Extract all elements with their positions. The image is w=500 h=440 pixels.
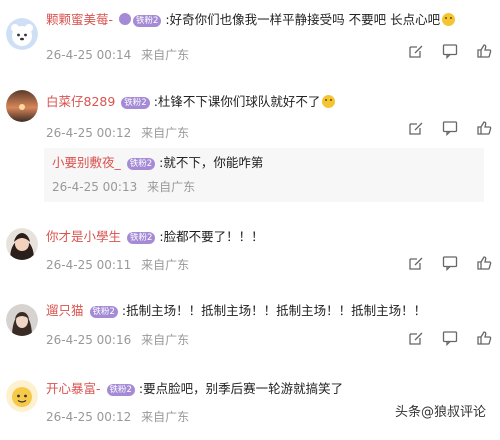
comment-date: 26-4-25 00:16: [46, 333, 132, 347]
comment-meta: 26-4-25 00:12 来自广东: [46, 408, 189, 425]
verified-icon: [119, 13, 131, 25]
comment-icon[interactable]: [442, 43, 458, 59]
comment-head: 你才是小學生 铁粉2 :脸都不要了！！！: [46, 228, 264, 246]
comment-date: 26-4-25 00:11: [46, 258, 132, 272]
cartoon-avatar-icon: [6, 380, 38, 412]
comment-icon[interactable]: [442, 255, 458, 271]
comment-text: :好奇你们也像我一样平静接受吗 不要吧 长点心吧: [165, 12, 441, 27]
comment-location: 来自广东: [141, 333, 190, 347]
comment-text: :脸都不要了！！！: [159, 229, 264, 244]
username[interactable]: 你才是小學生: [46, 229, 121, 244]
like-icon[interactable]: [476, 255, 492, 271]
edit-icon[interactable]: [408, 43, 424, 59]
fan-badge: 铁粉2: [121, 97, 150, 109]
comment-date: 26-4-25 00:14: [46, 48, 132, 62]
like-icon[interactable]: [476, 330, 492, 346]
comment-head: 开心暴富- 铁粉2 :要点脸吧，别季后赛一轮游就搞笑了: [46, 380, 343, 398]
fan-badge: 铁粉2: [89, 306, 118, 318]
username[interactable]: 开心暴富-: [46, 381, 101, 396]
comment-meta: 26-4-25 00:11 来自广东: [46, 256, 189, 273]
comment-text: :杜锋不下课你们球队就好不了: [153, 94, 321, 109]
avatar[interactable]: [6, 304, 38, 336]
comment-actions: [408, 120, 492, 136]
reply-head: 小要别敷夜_ 铁粉2 :就不下，你能咋第: [52, 154, 263, 172]
like-icon[interactable]: [476, 120, 492, 136]
fan-badge: 铁粉2: [133, 15, 162, 27]
comment-actions: [408, 43, 492, 59]
reply-text: :就不下，你能咋第: [159, 155, 264, 170]
comment-text: :要点脸吧，别季后赛一轮游就搞笑了: [138, 381, 344, 396]
like-icon[interactable]: [476, 43, 492, 59]
comment-location: 来自广东: [141, 258, 190, 272]
watermark: 头条@狼叔评论: [395, 405, 487, 420]
woman-avatar-icon: [6, 304, 38, 336]
sunset-avatar-icon: [6, 90, 38, 122]
bear-avatar-icon: [6, 18, 38, 50]
comment-location: 来自广东: [141, 48, 190, 62]
comment-icon[interactable]: [442, 120, 458, 136]
fan-badge: 铁粉2: [106, 384, 135, 396]
comment-date: 26-4-25 00:12: [46, 410, 132, 424]
avatar[interactable]: [6, 18, 38, 50]
username[interactable]: 颗颗蜜美莓-: [46, 12, 113, 27]
username[interactable]: 遛只猫: [46, 303, 84, 318]
comment-text: :抵制主场！！抵制主场！！抵制主场！！抵制主场！！: [121, 303, 427, 318]
fan-badge: 铁粉2: [127, 232, 156, 244]
comment-meta: 26-4-25 00:14 来自广东: [46, 46, 189, 63]
reply-username[interactable]: 小要别敷夜_: [52, 155, 121, 170]
comment-head: 遛只猫 铁粉2 :抵制主场！！抵制主场！！抵制主场！！抵制主场！！: [46, 302, 426, 320]
comment-head: 颗颗蜜美莓- 铁粉2 :好奇你们也像我一样平静接受吗 不要吧 长点心吧: [46, 11, 456, 29]
avatar[interactable]: [6, 90, 38, 122]
smile-emoji-icon: [442, 13, 456, 26]
edit-icon[interactable]: [408, 120, 424, 136]
reply-item[interactable]: 小要别敷夜_ 铁粉2 :就不下，你能咋第 26-4-25 00:13 来自广东: [44, 148, 484, 202]
username[interactable]: 白菜仔8289: [46, 94, 115, 109]
avatar[interactable]: [6, 228, 38, 260]
comment-location: 来自广东: [141, 410, 190, 424]
smile-emoji-icon: [322, 95, 336, 108]
edit-icon[interactable]: [408, 255, 424, 271]
comment-location: 来自广东: [141, 126, 190, 140]
comment-actions: [408, 255, 492, 271]
reply-meta: 26-4-25 00:13 来自广东: [52, 178, 195, 195]
comment-head: 白菜仔8289 铁粉2 :杜锋不下课你们球队就好不了: [46, 93, 336, 111]
comment-date: 26-4-25 00:12: [46, 126, 132, 140]
girl-avatar-icon: [6, 228, 38, 260]
reply-date: 26-4-25 00:13: [52, 180, 138, 194]
reply-location: 来自广东: [147, 180, 196, 194]
comment-icon[interactable]: [442, 330, 458, 346]
comment-actions: [408, 330, 492, 346]
comment-meta: 26-4-25 00:12 来自广东: [46, 124, 189, 141]
comment-meta: 26-4-25 00:16 来自广东: [46, 331, 189, 348]
fan-badge: 铁粉2: [126, 158, 156, 170]
edit-icon[interactable]: [408, 330, 424, 346]
avatar[interactable]: [6, 380, 38, 412]
